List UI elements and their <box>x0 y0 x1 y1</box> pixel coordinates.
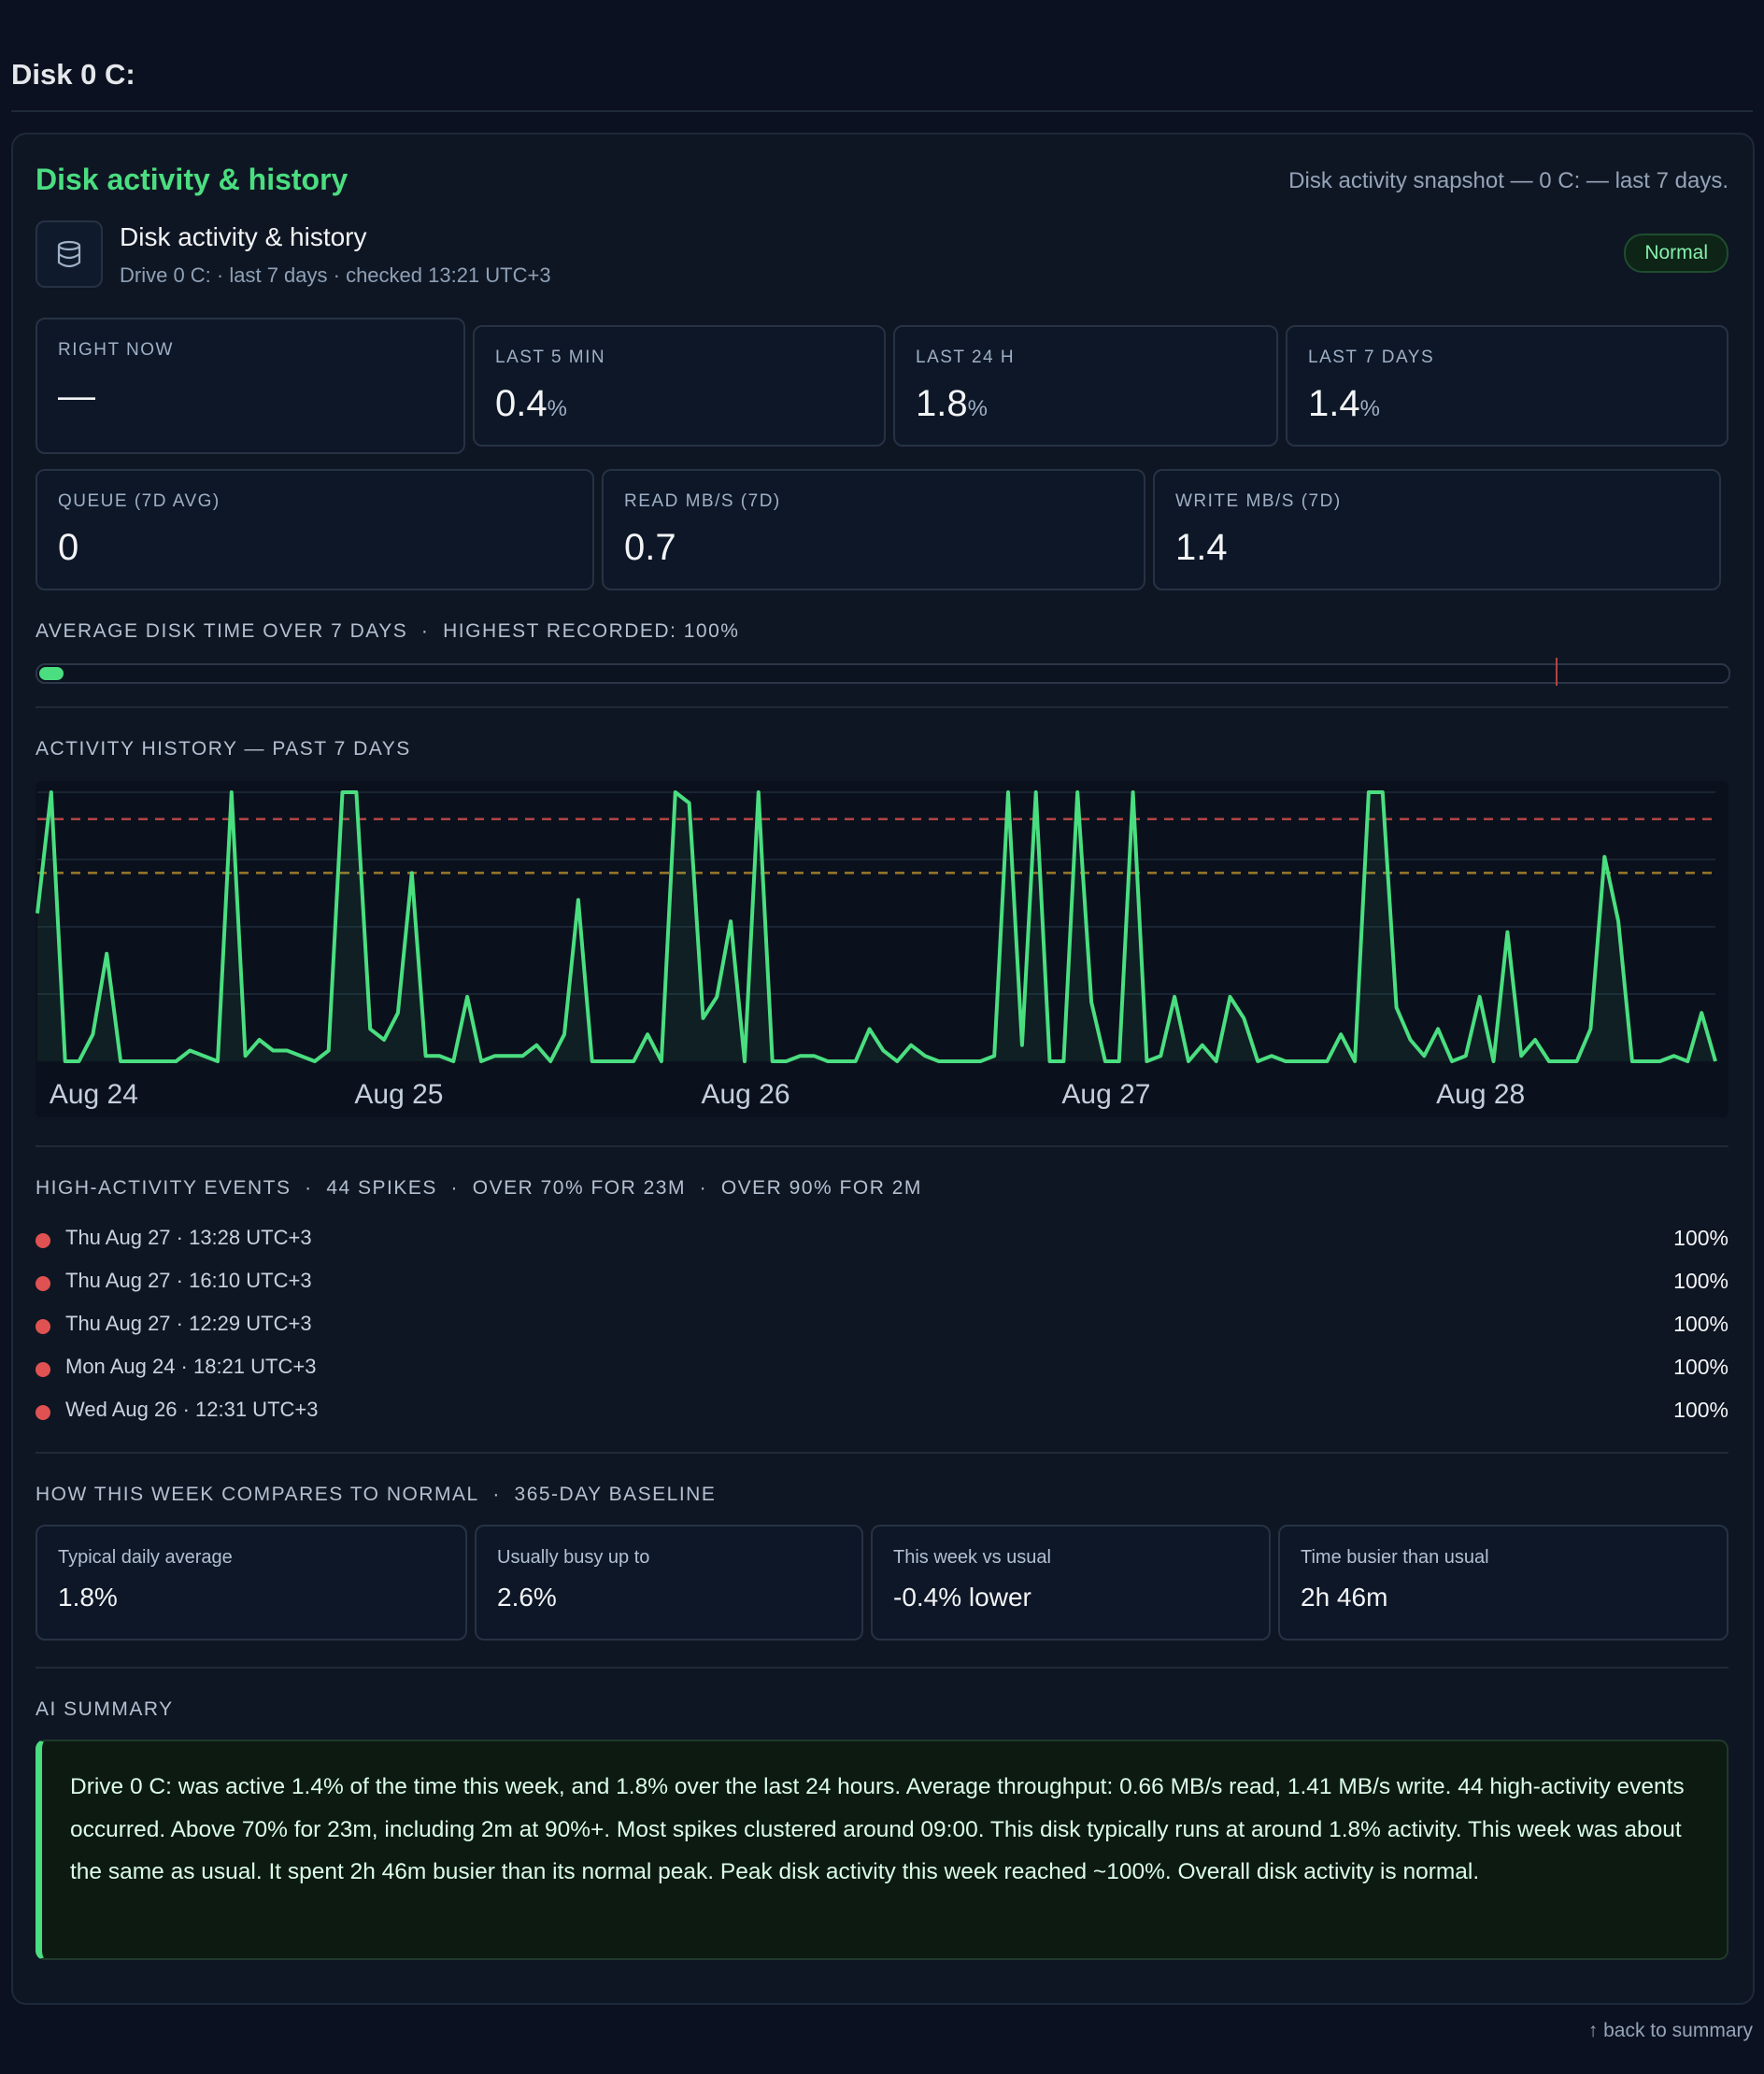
compare-typical-average: Typical daily average 1.8% <box>36 1525 467 1641</box>
stat-label: WRITE MB/S (7D) <box>1175 491 1342 511</box>
event-value: 100% <box>1673 1355 1728 1379</box>
events-caption: HIGH-ACTIVITY EVENTS · 44 SPIKES · OVER … <box>36 1177 922 1199</box>
drive-subtitle: Drive 0 C: · last 7 days · checked 13:21… <box>120 263 551 287</box>
event-value: 100% <box>1673 1312 1728 1336</box>
title-divider <box>11 110 1753 112</box>
stat-label: READ MB/S (7D) <box>624 491 781 511</box>
disk-icon <box>36 220 103 288</box>
compare-label: Time busier than usual <box>1301 1547 1489 1568</box>
compare-usually-busy: Usually busy up to 2.6% <box>475 1525 863 1641</box>
compare-label: This week vs usual <box>893 1547 1051 1568</box>
alert-dot-icon <box>36 1362 50 1377</box>
x-tick-label: Aug 27 <box>1061 1079 1150 1110</box>
list-item: Thu Aug 27 · 12:29 UTC+3 100% <box>36 1304 1728 1347</box>
ai-summary-box: Drive 0 C: was active 1.4% of the time t… <box>36 1740 1728 1960</box>
x-tick-label: Aug 26 <box>701 1079 790 1110</box>
event-value: 100% <box>1673 1398 1728 1422</box>
event-time: Thu Aug 27 · 12:29 UTC+3 <box>65 1312 312 1335</box>
compare-value: -0.4% lower <box>893 1583 1031 1612</box>
stat-value: 0.4% <box>495 383 567 424</box>
events-list: Thu Aug 27 · 13:28 UTC+3 100% Thu Aug 27… <box>36 1218 1728 1433</box>
drive-name: Disk activity & history <box>120 222 367 251</box>
back-to-summary-link[interactable]: ↑ back to summary <box>1588 2020 1753 2042</box>
average-caption: AVERAGE DISK TIME OVER 7 DAYS · HIGHEST … <box>36 620 740 642</box>
stat-label: LAST 5 MIN <box>495 348 606 367</box>
event-time: Thu Aug 27 · 16:10 UTC+3 <box>65 1269 312 1292</box>
event-time: Wed Aug 26 · 12:31 UTC+3 <box>65 1398 319 1421</box>
status-badge: Normal <box>1624 234 1728 273</box>
activity-history-chart: Aug 24 Aug 25 Aug 26 Aug 27 Aug 28 <box>36 781 1728 1117</box>
summary-caption: AI SUMMARY <box>36 1698 174 1720</box>
alert-dot-icon <box>36 1233 50 1248</box>
ai-summary-text: Drive 0 C: was active 1.4% of the time t… <box>70 1774 1685 1884</box>
stat-label: LAST 24 H <box>916 348 1016 367</box>
stat-value: 0.7 <box>624 527 676 568</box>
page-title: Disk 0 C: <box>11 58 135 91</box>
divider <box>36 1145 1728 1147</box>
meter-fill <box>39 667 64 680</box>
event-time: Thu Aug 27 · 13:28 UTC+3 <box>65 1226 312 1249</box>
stat-value: 1.4% <box>1308 383 1380 424</box>
meter-peak-marker <box>1556 658 1558 686</box>
stat-value: 0 <box>58 527 79 568</box>
x-tick-label: Aug 25 <box>354 1079 443 1110</box>
list-item: Mon Aug 24 · 18:21 UTC+3 100% <box>36 1347 1728 1390</box>
stat-value: 1.4 <box>1175 527 1228 568</box>
event-value: 100% <box>1673 1226 1728 1250</box>
x-tick-label: Aug 28 <box>1436 1079 1525 1110</box>
stat-label: QUEUE (7D AVG) <box>58 491 220 511</box>
stat-last-5-min: LAST 5 MIN 0.4% <box>473 325 886 447</box>
section-title: Disk activity & history <box>36 163 349 196</box>
compare-week-vs-usual: This week vs usual -0.4% lower <box>871 1525 1271 1641</box>
compare-value: 2.6% <box>497 1583 557 1612</box>
stat-queue: QUEUE (7D AVG) 0 <box>36 469 594 590</box>
list-item: Thu Aug 27 · 16:10 UTC+3 100% <box>36 1261 1728 1304</box>
x-tick-label: Aug 24 <box>50 1079 138 1110</box>
disk-activity-panel: Disk activity & history Disk activity sn… <box>11 133 1755 2005</box>
divider <box>36 1667 1728 1669</box>
stat-value: — <box>58 376 95 417</box>
alert-dot-icon <box>36 1276 50 1291</box>
stat-read-mbs: READ MB/S (7D) 0.7 <box>602 469 1145 590</box>
compare-value: 2h 46m <box>1301 1583 1388 1612</box>
divider <box>36 1452 1728 1454</box>
average-disk-time-meter <box>36 658 1730 686</box>
stat-last-24-h: LAST 24 H 1.8% <box>893 325 1278 447</box>
snapshot-caption: Disk activity snapshot — 0 C: — last 7 d… <box>1288 168 1728 193</box>
compare-label: Typical daily average <box>58 1547 233 1568</box>
event-time: Mon Aug 24 · 18:21 UTC+3 <box>65 1355 317 1378</box>
stat-last-7-days: LAST 7 DAYS 1.4% <box>1286 325 1728 447</box>
divider <box>36 706 1728 708</box>
chart-svg: Aug 24 Aug 25 Aug 26 Aug 27 Aug 28 <box>36 790 1717 1110</box>
alert-dot-icon <box>36 1405 50 1420</box>
stat-label: RIGHT NOW <box>58 340 174 360</box>
compare-value: 1.8% <box>58 1583 118 1612</box>
history-caption: ACTIVITY HISTORY — PAST 7 DAYS <box>36 738 411 760</box>
compare-caption: HOW THIS WEEK COMPARES TO NORMAL · 365-D… <box>36 1484 717 1505</box>
compare-time-busier: Time busier than usual 2h 46m <box>1278 1525 1728 1641</box>
stat-right-now: RIGHT NOW — <box>36 318 465 454</box>
stat-write-mbs: WRITE MB/S (7D) 1.4 <box>1153 469 1721 590</box>
alert-dot-icon <box>36 1319 50 1334</box>
stat-value: 1.8% <box>916 383 988 424</box>
event-value: 100% <box>1673 1269 1728 1293</box>
list-item: Wed Aug 26 · 12:31 UTC+3 100% <box>36 1390 1728 1433</box>
compare-label: Usually busy up to <box>497 1547 650 1568</box>
list-item: Thu Aug 27 · 13:28 UTC+3 100% <box>36 1218 1728 1261</box>
stat-label: LAST 7 DAYS <box>1308 348 1435 367</box>
